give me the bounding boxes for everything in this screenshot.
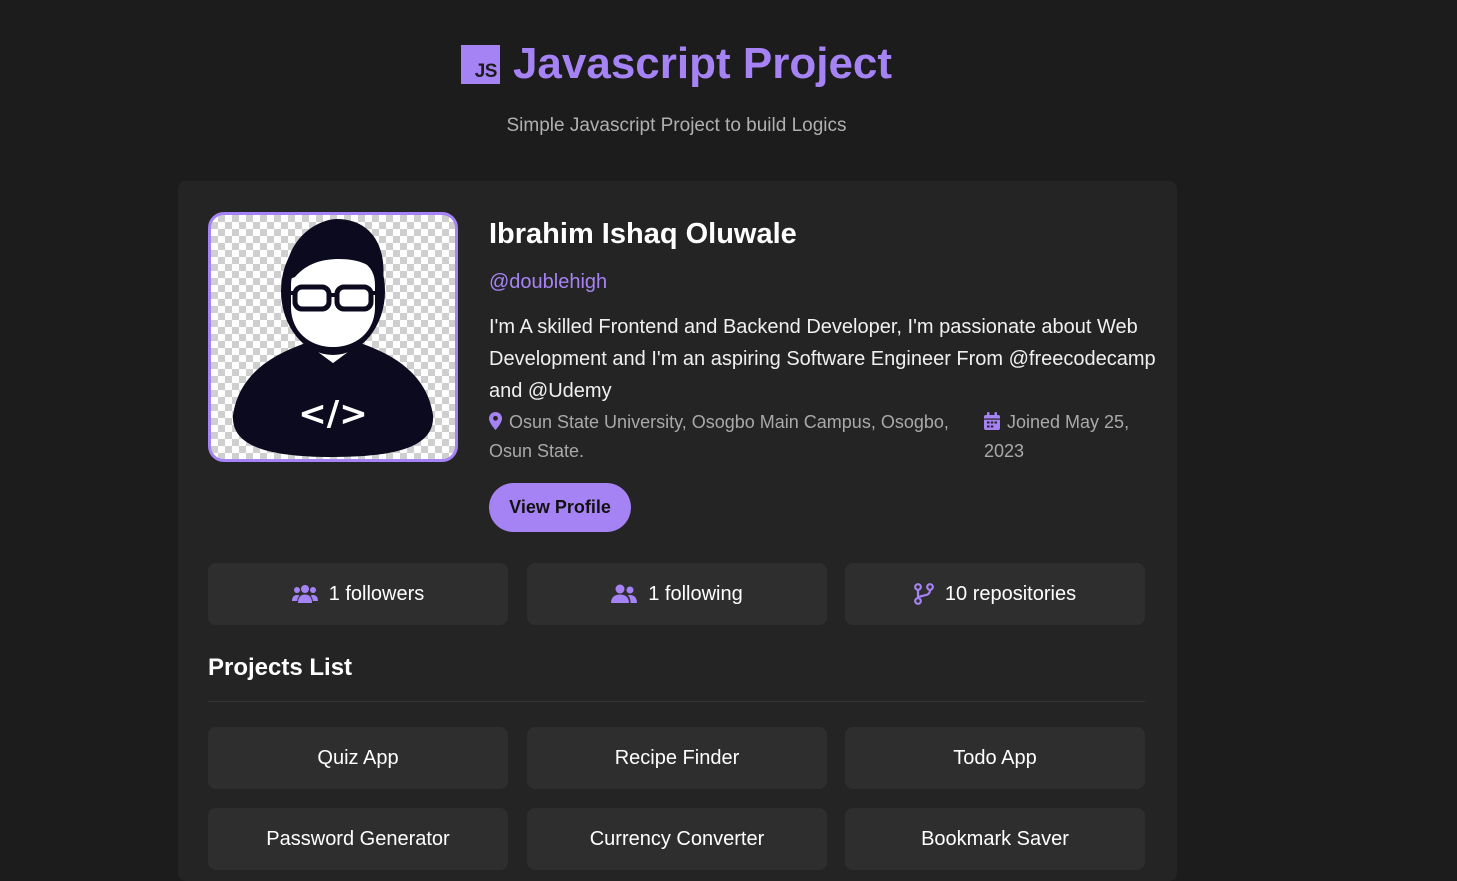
location-text: Osun State University, Osogbo Main Campu… (489, 412, 949, 461)
js-logo-text: JS (474, 60, 498, 82)
profile-joined: Joined May 25, 2023 (984, 408, 1154, 466)
followers-label: 1 followers (328, 582, 425, 605)
users-icon (291, 585, 318, 603)
repositories-stat[interactable]: 10 repositories (845, 563, 1145, 625)
profile-handle[interactable]: @doublehigh (489, 271, 607, 294)
profile-card: </> Ibrahim Ishaq Oluwale @doublehigh I'… (178, 181, 1177, 881)
divider (208, 701, 1145, 702)
following-label: 1 following (648, 582, 743, 605)
js-logo-icon: JS (460, 44, 500, 84)
page-subtitle: Simple Javascript Project to build Logic… (506, 115, 847, 136)
svg-text:</>: </> (298, 394, 367, 434)
project-item-quiz-app[interactable]: Quiz App (208, 727, 508, 789)
project-item-password-generator[interactable]: Password Generator (208, 808, 508, 870)
avatar: </> (208, 212, 458, 462)
following-stat[interactable]: 1 following (527, 563, 827, 625)
user-group-icon (611, 584, 638, 603)
profile-bio: I'm A skilled Frontend and Backend Devel… (489, 316, 1156, 402)
project-item-bookmark-saver[interactable]: Bookmark Saver (845, 808, 1145, 870)
code-branch-icon (914, 583, 934, 605)
projects-heading: Projects List (208, 654, 353, 681)
project-item-todo-app[interactable]: Todo App (845, 727, 1145, 789)
profile-name: Ibrahim Ishaq Oluwale (489, 218, 797, 250)
joined-text: Joined May 25, 2023 (984, 412, 1130, 461)
map-pin-icon (489, 412, 502, 430)
title-row: JS Javascript Project (0, 38, 1353, 90)
project-item-currency-converter[interactable]: Currency Converter (527, 808, 827, 870)
profile-location: Osun State University, Osogbo Main Campu… (489, 408, 969, 466)
page-title: Javascript Project (512, 39, 893, 88)
project-item-recipe-finder[interactable]: Recipe Finder (527, 727, 827, 789)
developer-avatar-icon: </> (232, 219, 434, 457)
view-profile-button[interactable]: View Profile (489, 483, 631, 532)
repositories-label: 10 repositories (944, 582, 1077, 605)
calendar-icon (984, 412, 1000, 430)
followers-stat[interactable]: 1 followers (208, 563, 508, 625)
